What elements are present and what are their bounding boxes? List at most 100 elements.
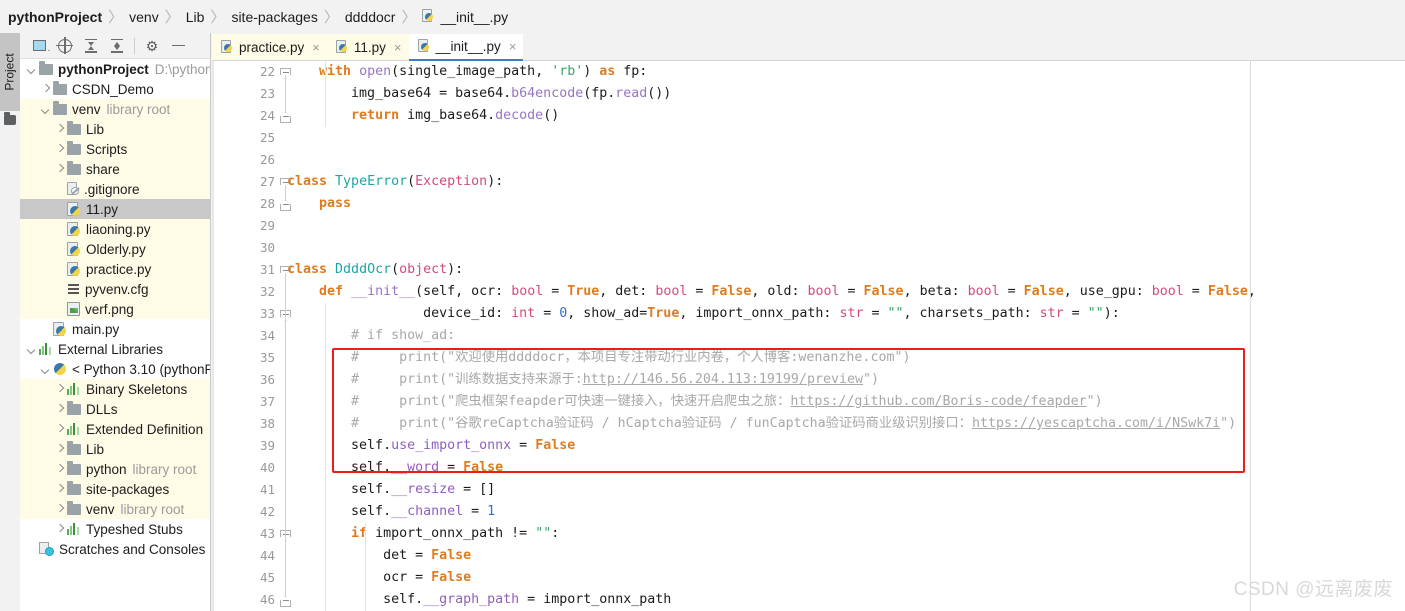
code-token: (self, ocr: — [415, 284, 512, 299]
tree-item[interactable]: < Python 3.10 (pythonP — [20, 359, 210, 379]
code-area[interactable]: 22 23 24 25 26 27 28 29 30 31 32 33 34 35 36 37 38 39 40 41… — [212, 61, 1405, 611]
code-line[interactable]: # print("谷歌reCaptcha验证码 / hCaptcha验证码 / … — [287, 413, 1236, 435]
tree-item[interactable]: pythonProject D:\python — [20, 59, 210, 79]
close-icon[interactable]: × — [312, 40, 320, 55]
tree-item[interactable]: Scripts — [20, 139, 210, 159]
editor-tab-11-py[interactable]: 11.py × — [326, 34, 409, 61]
tree-item[interactable]: Extended Definition — [20, 419, 210, 439]
chevron-right-icon[interactable] — [54, 524, 65, 535]
tree-item[interactable]: share — [20, 159, 210, 179]
code-token: read — [615, 86, 648, 101]
tree-item[interactable]: practice.py — [20, 259, 210, 279]
expand-all-button[interactable] — [78, 35, 104, 57]
code-line[interactable]: self.__resize = [] — [287, 479, 495, 501]
code-line[interactable]: return img_base64.decode() — [287, 105, 559, 127]
code-line[interactable]: # print("欢迎使用ddddocr，本项目专注带动行业内卷，个人博客:we… — [287, 347, 910, 369]
code-line[interactable]: pass — [287, 193, 351, 215]
chevron-right-icon[interactable] — [54, 144, 65, 155]
breadcrumb-item-label: __init__.py — [440, 8, 509, 25]
chevron-down-icon[interactable] — [26, 64, 37, 75]
tree-item[interactable]: .gitignore — [20, 179, 210, 199]
code-token: # print("爬虫框架feapder可快速一键接入，快速开启爬虫之旅： — [287, 394, 791, 409]
tree-item[interactable]: liaoning.py — [20, 219, 210, 239]
chevron-right-icon[interactable] — [54, 444, 65, 455]
chevron-right-icon[interactable] — [54, 424, 65, 435]
tree-item[interactable]: Typeshed Stubs — [20, 519, 210, 539]
code-line[interactable]: self.use_import_onnx = False — [287, 435, 575, 457]
chevron-right-icon[interactable] — [54, 504, 65, 515]
tree-item[interactable]: site-packages — [20, 479, 210, 499]
select-opened-file-button[interactable]: ... — [26, 35, 52, 57]
settings-button[interactable]: ⚙ — [139, 35, 165, 57]
chevron-down-icon[interactable] — [26, 344, 37, 355]
chevron-right-icon[interactable] — [54, 464, 65, 475]
locate-button[interactable] — [52, 35, 78, 57]
code-line[interactable]: self.__graph_path = import_onnx_path — [287, 589, 671, 611]
left-tool-strip: Project — [0, 33, 20, 611]
tree-item[interactable]: Binary Skeletons — [20, 379, 210, 399]
chevron-right-icon[interactable] — [54, 124, 65, 135]
breadcrumb-item--init-py[interactable]: __init__.py — [422, 9, 508, 25]
code-token: False — [535, 438, 576, 453]
code-line[interactable]: device_id: int = 0, show_ad=True, import… — [287, 303, 1120, 325]
code-token: __graph_path — [423, 592, 520, 607]
editor-tab-practice-py[interactable]: practice.py × — [212, 34, 327, 61]
tree-item[interactable]: venv library root — [20, 499, 210, 519]
chevron-right-icon[interactable] — [54, 404, 65, 415]
close-icon[interactable]: × — [509, 39, 517, 54]
tree-item[interactable]: python library root — [20, 459, 210, 479]
tree-item[interactable]: Olderly.py — [20, 239, 210, 259]
tree-item[interactable]: main.py — [20, 319, 210, 339]
hide-panel-button[interactable] — [165, 35, 191, 57]
editor-tab--init-py[interactable]: __init__.py × — [408, 34, 524, 61]
collapse-all-button[interactable] — [104, 35, 130, 57]
code-line[interactable]: det = False — [287, 545, 471, 567]
breadcrumb-item-site-packages[interactable]: site-packages — [231, 9, 317, 25]
chevron-down-icon[interactable] — [40, 104, 51, 115]
close-icon[interactable]: × — [394, 40, 402, 55]
code-line[interactable]: # print("爬虫框架feapder可快速一键接入，快速开启爬虫之旅：htt… — [287, 391, 1103, 413]
breadcrumb-item-ddddocr[interactable]: ddddocr — [345, 9, 396, 25]
project-tool-window-tab[interactable]: Project — [0, 33, 20, 111]
chevron-right-icon[interactable] — [54, 164, 65, 175]
code-token: self. — [287, 592, 424, 607]
chevron-down-icon[interactable] — [40, 364, 51, 375]
tree-item[interactable]: Lib — [20, 119, 210, 139]
chevron-right-icon[interactable] — [40, 84, 51, 95]
code-line[interactable]: class TypeError(Exception): — [287, 171, 503, 193]
tree-item[interactable]: verf.png — [20, 299, 210, 319]
chevron-right-icon[interactable] — [54, 484, 65, 495]
tree-item-label: pyvenv.cfg — [85, 281, 149, 297]
code-line[interactable]: ocr = False — [287, 567, 471, 589]
code-line[interactable]: self.__channel = 1 — [287, 501, 495, 523]
tree-item[interactable]: pyvenv.cfg — [20, 279, 210, 299]
code-line[interactable]: img_base64 = base64.b64encode(fp.read()) — [287, 83, 671, 105]
code-token: device_id: — [287, 306, 512, 321]
code-line[interactable]: def __init__(self, ocr: bool = True, det… — [287, 281, 1256, 303]
code-token: = — [543, 284, 568, 299]
tree-item[interactable]: venv library root — [20, 99, 210, 119]
code-line[interactable]: # if show_ad: — [287, 325, 455, 347]
tree-item[interactable]: 11.py — [20, 199, 210, 219]
tree-item[interactable]: Scratches and Consoles — [20, 539, 210, 559]
tree-item[interactable]: External Libraries — [20, 339, 210, 359]
code-line[interactable]: if import_onnx_path != "": — [287, 523, 559, 545]
tree-item[interactable]: CSDN_Demo — [20, 79, 210, 99]
chevron-right-icon[interactable] — [54, 384, 65, 395]
breadcrumb-item-lib[interactable]: Lib — [186, 9, 205, 25]
code-line[interactable]: self.__word = False — [287, 457, 503, 479]
code-text[interactable]: with open(single_image_path, 'rb') as fp… — [287, 61, 1405, 611]
code-line[interactable]: # print("训练数据支持来源于:http://146.56.204.113… — [287, 369, 879, 391]
tree-item[interactable]: DLLs — [20, 399, 210, 419]
breadcrumb-separator: 〉 — [164, 9, 180, 26]
scratches-icon — [39, 542, 54, 556]
project-tree[interactable]: pythonProject D:\python CSDN_Demo venv libra… — [20, 59, 210, 611]
breadcrumb-item-venv[interactable]: venv — [129, 9, 159, 25]
project-toolbar: ... ⚙ — [20, 33, 210, 59]
code-line[interactable]: with open(single_image_path, 'rb') as fp… — [287, 61, 647, 83]
code-line[interactable]: class DdddOcr(object): — [287, 259, 463, 281]
tree-item[interactable]: Lib — [20, 439, 210, 459]
code-token: __word — [391, 460, 440, 475]
breadcrumb-item-pythonproject[interactable]: pythonProject — [8, 9, 102, 25]
